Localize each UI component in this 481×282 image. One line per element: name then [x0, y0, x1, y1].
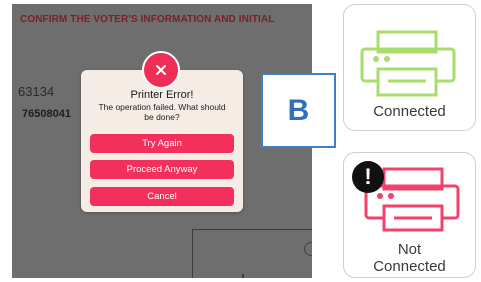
dialog-message: The operation failed. What should be don… — [98, 102, 226, 122]
close-icon — [142, 51, 180, 89]
voter-number-partial: 63134 — [18, 84, 55, 99]
not-connected-label-line2: Connected — [373, 258, 446, 275]
panel-label-box: B — [261, 73, 336, 148]
cancel-button[interactable]: Cancel — [90, 187, 234, 206]
screen-header: CONFIRM THE VOTER'S INFORMATION AND INIT… — [20, 14, 275, 25]
connected-label: Connected — [373, 103, 446, 120]
voter-id-partial: 76508041 — [22, 108, 71, 120]
connected-status-card: Connected — [343, 4, 476, 131]
not-connected-status-card: ! Not Connected — [343, 152, 476, 278]
signature-box — [192, 229, 312, 278]
panel-label: B — [287, 93, 310, 127]
proceed-anyway-button[interactable]: Proceed Anyway — [90, 160, 234, 179]
dialog-title: Printer Error! — [130, 89, 194, 101]
divider-mark — [242, 274, 244, 278]
try-again-button[interactable]: Try Again — [90, 134, 234, 153]
not-connected-label-line1: Not — [397, 241, 422, 258]
exclamation-icon: ! — [352, 161, 384, 193]
printer-icon — [360, 30, 456, 97]
radio-circle — [304, 242, 312, 256]
not-connected-label: Not Connected — [344, 241, 475, 275]
